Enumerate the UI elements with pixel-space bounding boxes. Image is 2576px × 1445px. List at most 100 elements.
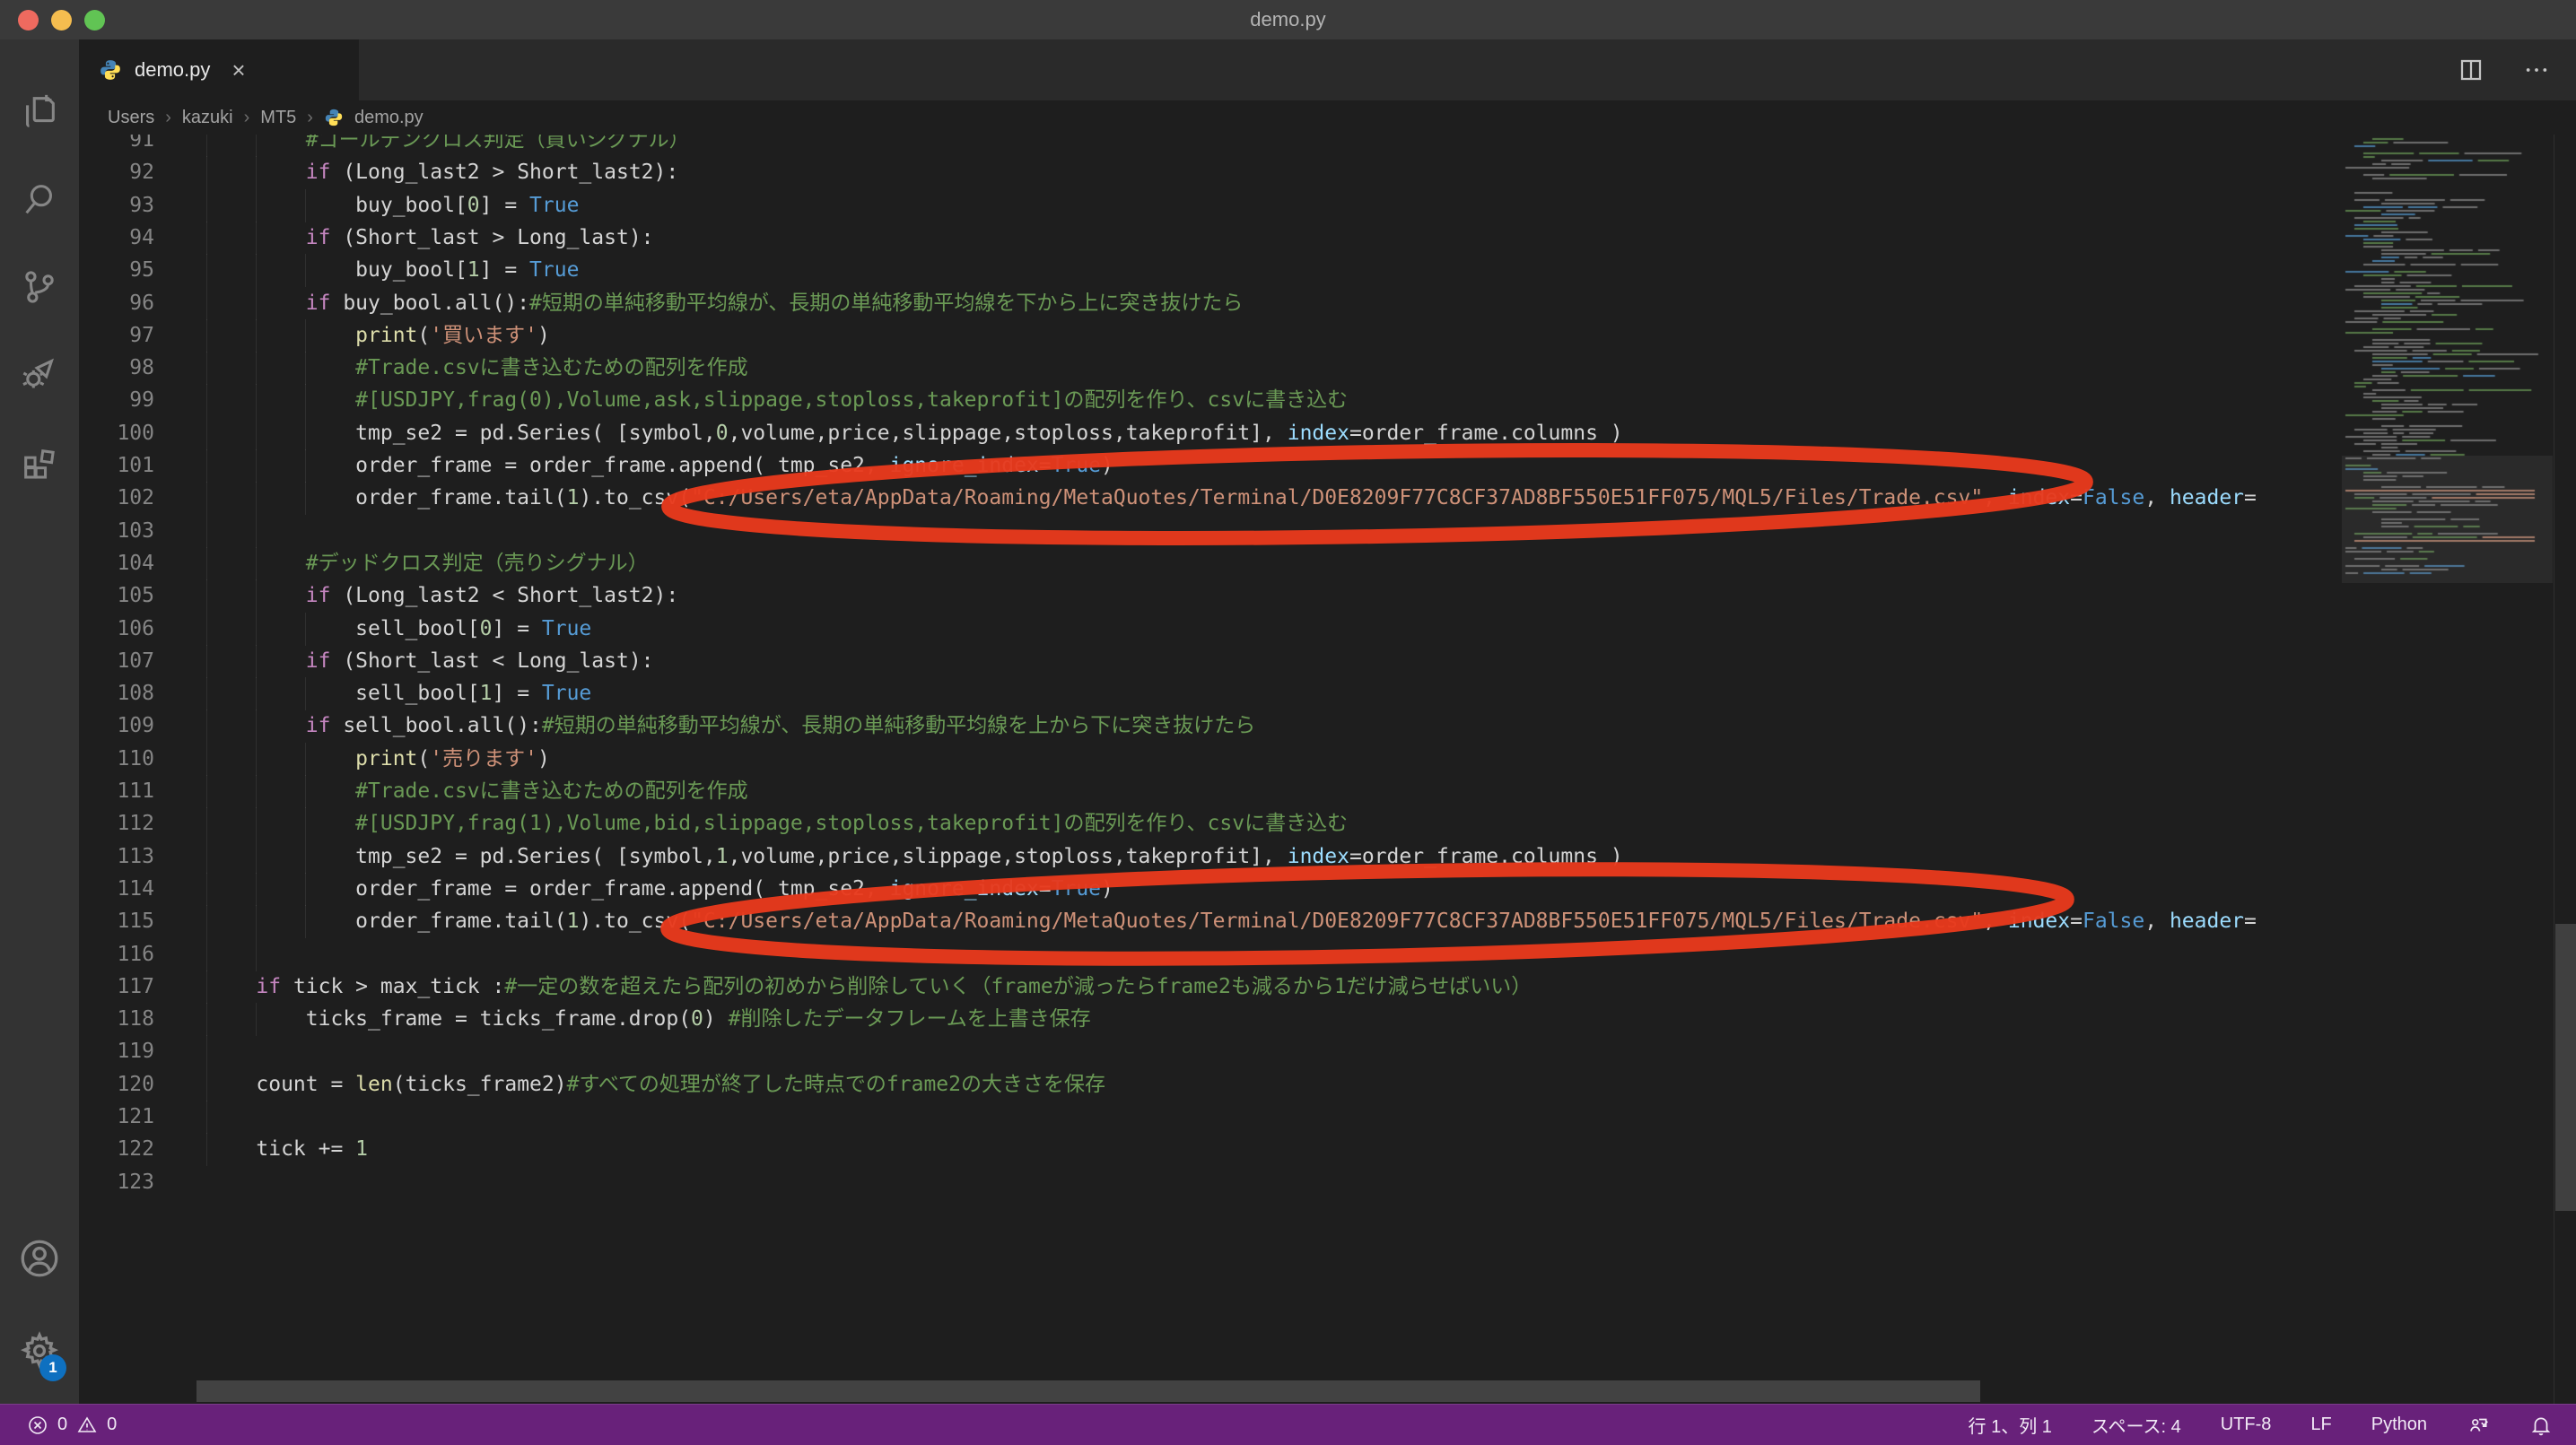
code-line[interactable]: #[USDJPY,frag(1),Volume,bid,slippage,sto… bbox=[206, 807, 2341, 840]
line-number[interactable]: 119 bbox=[88, 1035, 154, 1068]
tab-close-icon[interactable]: × bbox=[231, 58, 245, 82]
code-line[interactable]: if (Long_last2 < Short_last2): bbox=[206, 579, 2341, 613]
horizontal-scrollbar-thumb[interactable] bbox=[196, 1380, 1980, 1402]
line-number[interactable]: 91 bbox=[88, 135, 154, 157]
line-number[interactable]: 104 bbox=[88, 547, 154, 580]
line-number[interactable]: 117 bbox=[88, 971, 154, 1004]
code-line[interactable]: tmp_se2 = pd.Series( [symbol,0,volume,pr… bbox=[206, 417, 2341, 450]
settings-gear-icon[interactable]: 1 bbox=[0, 1311, 79, 1390]
line-number[interactable]: 110 bbox=[88, 743, 154, 776]
indentation-setting[interactable]: スペース: 4 bbox=[2091, 1412, 2181, 1438]
code-line[interactable]: if sell_bool.all():#短期の単純移動平均線が、長期の単純移動平… bbox=[206, 709, 2341, 743]
vertical-scrollbar-thumb[interactable] bbox=[2555, 924, 2576, 1211]
code-line[interactable]: buy_bool[1] = True bbox=[206, 254, 2341, 287]
code-line[interactable]: if (Long_last2 > Short_last2): bbox=[206, 156, 2341, 189]
code-line[interactable]: tick += 1 bbox=[206, 1133, 2341, 1166]
code-line[interactable]: print('売ります') bbox=[206, 743, 2341, 776]
code-editor[interactable]: 9192939495969798991001011021031041051061… bbox=[79, 135, 2576, 1404]
line-number[interactable]: 123 bbox=[88, 1166, 154, 1199]
code-line[interactable]: sell_bool[0] = True bbox=[206, 613, 2341, 646]
line-number[interactable]: 95 bbox=[88, 254, 154, 287]
code-line[interactable]: if tick > max_tick :#一定の数を超えたら配列の初めから削除し… bbox=[206, 971, 2341, 1004]
code-line[interactable]: order_frame.tail(1).to_csv("C:/Users/eta… bbox=[206, 482, 2341, 515]
explorer-icon[interactable] bbox=[0, 73, 79, 152]
line-number[interactable]: 92 bbox=[88, 156, 154, 189]
code-line[interactable]: buy_bool[0] = True bbox=[206, 189, 2341, 222]
encoding[interactable]: UTF-8 bbox=[2221, 1415, 2272, 1435]
line-number[interactable]: 122 bbox=[88, 1133, 154, 1166]
vertical-scrollbar[interactable] bbox=[2554, 135, 2576, 1404]
tab-demo-py[interactable]: demo.py × bbox=[79, 39, 359, 100]
problems-indicator[interactable]: 0 0 bbox=[27, 1415, 117, 1436]
extensions-icon[interactable] bbox=[0, 422, 79, 501]
code-line[interactable]: #ゴールデンクロス判定（買いシグナル） bbox=[206, 135, 2341, 157]
split-editor-icon[interactable] bbox=[2458, 57, 2484, 83]
line-number[interactable]: 109 bbox=[88, 709, 154, 743]
eol-setting[interactable]: LF bbox=[2310, 1415, 2331, 1435]
close-window-button[interactable] bbox=[18, 10, 39, 30]
line-number[interactable]: 96 bbox=[88, 287, 154, 320]
code-line[interactable]: order_frame = order_frame.append( tmp_se… bbox=[206, 873, 2341, 906]
line-number[interactable]: 98 bbox=[88, 352, 154, 385]
line-number[interactable]: 102 bbox=[88, 482, 154, 515]
line-number[interactable]: 100 bbox=[88, 417, 154, 450]
code-line[interactable]: #[USDJPY,frag(0),Volume,ask,slippage,sto… bbox=[206, 384, 2341, 417]
code-line[interactable]: tmp_se2 = pd.Series( [symbol,1,volume,pr… bbox=[206, 840, 2341, 874]
minimap-slider[interactable] bbox=[2342, 456, 2553, 583]
notifications-bell-icon[interactable] bbox=[2529, 1414, 2553, 1437]
line-number[interactable]: 101 bbox=[88, 449, 154, 483]
more-actions-icon[interactable] bbox=[2522, 56, 2551, 84]
code-line[interactable] bbox=[206, 938, 2341, 971]
line-number[interactable]: 116 bbox=[88, 938, 154, 971]
line-number[interactable]: 106 bbox=[88, 613, 154, 646]
line-number[interactable]: 120 bbox=[88, 1068, 154, 1101]
breadcrumb-item[interactable]: MT5 bbox=[260, 108, 296, 128]
code-line[interactable]: #デッドクロス判定（売りシグナル） bbox=[206, 547, 2341, 580]
code-line[interactable]: #Trade.csvに書き込むための配列を作成 bbox=[206, 775, 2341, 808]
code-line[interactable] bbox=[206, 1166, 2341, 1199]
code-line[interactable]: ticks_frame = ticks_frame.drop(0) #削除したデ… bbox=[206, 1003, 2341, 1036]
line-number[interactable]: 111 bbox=[88, 775, 154, 808]
source-control-icon[interactable] bbox=[0, 248, 79, 326]
line-number[interactable]: 114 bbox=[88, 873, 154, 906]
breadcrumb-item[interactable]: Users bbox=[108, 108, 154, 128]
search-icon[interactable] bbox=[0, 160, 79, 239]
breadcrumb-item[interactable]: kazuki bbox=[182, 108, 233, 128]
code-line[interactable]: count = len(ticks_frame2)#すべての処理が終了した時点で… bbox=[206, 1068, 2341, 1101]
code-line[interactable] bbox=[206, 1035, 2341, 1068]
line-number[interactable]: 105 bbox=[88, 579, 154, 613]
code-line[interactable]: if buy_bool.all():#短期の単純移動平均線が、長期の単純移動平均… bbox=[206, 287, 2341, 320]
line-number[interactable]: 108 bbox=[88, 677, 154, 710]
line-number[interactable]: 118 bbox=[88, 1003, 154, 1036]
code-line[interactable]: order_frame.tail(1).to_csv("C:/Users/eta… bbox=[206, 905, 2341, 938]
line-number[interactable]: 93 bbox=[88, 189, 154, 222]
tab-label: demo.py bbox=[135, 58, 210, 82]
line-number[interactable]: 103 bbox=[88, 515, 154, 548]
minimize-window-button[interactable] bbox=[51, 10, 72, 30]
code-line[interactable]: print('買います') bbox=[206, 319, 2341, 353]
code-line[interactable]: #Trade.csvに書き込むための配列を作成 bbox=[206, 352, 2341, 385]
line-number[interactable]: 107 bbox=[88, 645, 154, 678]
code-line[interactable] bbox=[206, 515, 2341, 548]
line-number[interactable]: 94 bbox=[88, 222, 154, 255]
code-line[interactable]: if (Short_last > Long_last): bbox=[206, 222, 2341, 255]
line-number[interactable]: 115 bbox=[88, 905, 154, 938]
code-line[interactable]: sell_bool[1] = True bbox=[206, 677, 2341, 710]
feedback-icon[interactable] bbox=[2467, 1414, 2490, 1437]
code-line[interactable]: if (Short_last < Long_last): bbox=[206, 645, 2341, 678]
code-line[interactable] bbox=[206, 1101, 2341, 1134]
line-number[interactable]: 113 bbox=[88, 840, 154, 874]
line-number[interactable]: 121 bbox=[88, 1101, 154, 1134]
line-number[interactable]: 99 bbox=[88, 384, 154, 417]
code-line[interactable]: order_frame = order_frame.append( tmp_se… bbox=[206, 449, 2341, 483]
indent-guide bbox=[256, 352, 257, 385]
language-mode[interactable]: Python bbox=[2371, 1415, 2427, 1435]
account-icon[interactable] bbox=[0, 1219, 79, 1298]
breadcrumb-item[interactable]: demo.py bbox=[354, 108, 424, 128]
breadcrumb: Users›kazuki›MT5›demo.py bbox=[79, 100, 2576, 135]
line-number[interactable]: 97 bbox=[88, 319, 154, 353]
run-debug-icon[interactable] bbox=[0, 334, 79, 413]
cursor-position[interactable]: 行 1、列 1 bbox=[1969, 1412, 2052, 1438]
line-number[interactable]: 112 bbox=[88, 807, 154, 840]
maximize-window-button[interactable] bbox=[84, 10, 105, 30]
